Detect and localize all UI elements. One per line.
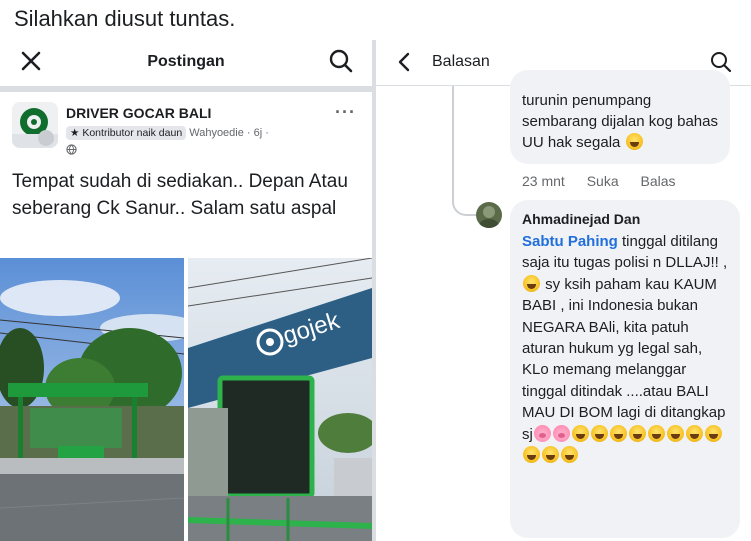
gojek-sign-photo-image: gojek — [188, 258, 372, 541]
more-options-button[interactable]: ··· — [335, 102, 356, 123]
group-avatar[interactable] — [12, 102, 58, 148]
post-photos: gojek — [0, 258, 372, 541]
reply-button[interactable]: Balas — [641, 173, 676, 189]
back-arrow-icon[interactable] — [394, 51, 414, 73]
laughing-emoji-icon — [647, 424, 665, 442]
reply-actions: 23 mnt Suka Balas — [522, 173, 694, 189]
profile-photo-icon — [476, 202, 502, 228]
post-panel: Postingan DRIVER GOCAR BALI ★ Kontributo… — [0, 40, 372, 541]
laughing-emoji-icon — [704, 424, 722, 442]
contributor-badge: ★ Kontributor naik daun — [66, 126, 187, 140]
laughing-emoji-icon — [628, 424, 646, 442]
laughing-emoji-icon — [609, 424, 627, 442]
dizzy-laugh-emoji-icon — [523, 274, 540, 292]
post-photo-shelter[interactable] — [0, 258, 184, 541]
pig-emoji-icon — [552, 424, 570, 442]
globe-icon — [66, 144, 77, 155]
laughing-emoji-icon — [666, 424, 684, 442]
post-meta: ★ Kontributor naik daun Wahyoedie · 6j · — [66, 126, 269, 140]
laughing-emoji-icon — [542, 446, 559, 464]
author-name[interactable]: Wahyoedie — [189, 127, 244, 139]
laughing-emoji-icon — [590, 424, 608, 442]
badge-label: Kontributor naik daun — [82, 127, 183, 139]
post-body-text: Tempat sudah di sediakan.. Depan Atau se… — [12, 171, 348, 219]
mention-link[interactable]: Sabtu Pahing — [522, 233, 618, 250]
reply-author[interactable]: Ahmadinejad Dan — [522, 210, 728, 229]
screenshot-caption: Silahkan diusut tuntas. — [14, 6, 236, 31]
post-time: · 6j · — [246, 127, 269, 139]
reply-text-content: turunin penumpang sembarang dijalan kog … — [522, 92, 718, 151]
replies-title: Balasan — [432, 53, 490, 70]
reply-bubble-previous[interactable]: turunin penumpang sembarang dijalan kog … — [510, 70, 730, 164]
post-photo-gojek-sign[interactable]: gojek — [188, 258, 372, 541]
like-button[interactable]: Suka — [587, 173, 619, 189]
laughing-emoji-icon — [625, 133, 643, 150]
group-name[interactable]: DRIVER GOCAR BALI — [66, 105, 211, 121]
header-divider — [0, 86, 372, 92]
star-icon: ★ — [70, 127, 83, 139]
search-icon[interactable] — [328, 48, 354, 74]
thread-line — [452, 86, 454, 204]
reply-text: Sabtu Pahing tinggal ditilang saja itu t… — [522, 231, 728, 466]
replies-panel: Balasan turunin penumpang sembarang dija… — [376, 40, 751, 541]
reply-text: turunin penumpang sembarang dijalan kog … — [522, 90, 718, 153]
gocar-logo-icon — [12, 102, 58, 148]
laughing-emoji-icon — [561, 446, 578, 464]
shelter-photo-image — [0, 258, 184, 541]
post-topbar: Postingan — [0, 40, 372, 84]
laughing-emoji-icon — [571, 424, 589, 442]
reply-text-part-b: sy ksih paham kau KAUM BABI , ini Indone… — [522, 275, 726, 443]
laughing-emoji-icon — [685, 424, 703, 442]
page-title: Postingan — [147, 53, 225, 70]
laughing-emoji-icon — [523, 446, 540, 464]
reply-time: 23 mnt — [522, 173, 565, 189]
avatar[interactable] — [476, 202, 502, 228]
pig-emoji-icon — [533, 424, 551, 442]
post-header: DRIVER GOCAR BALI ★ Kontributor naik dau… — [12, 102, 362, 158]
reply-bubble-ahmadinejad[interactable]: Ahmadinejad Dan Sabtu Pahing tinggal dit… — [510, 200, 740, 538]
